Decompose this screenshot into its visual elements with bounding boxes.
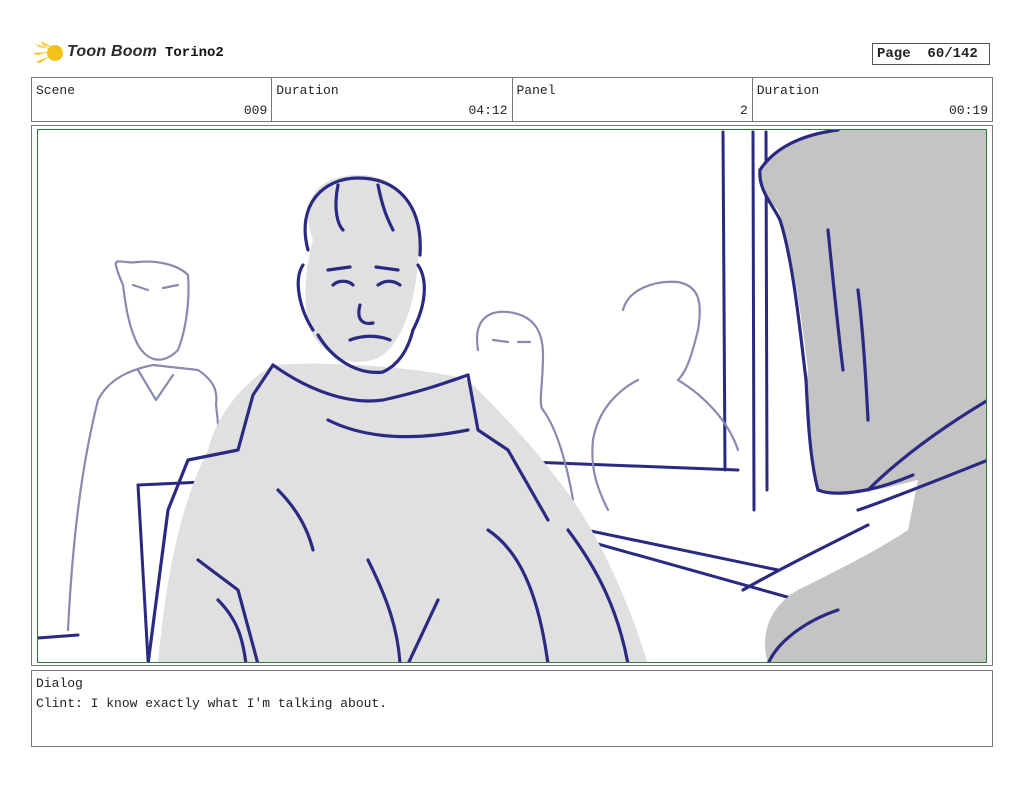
scene-value: 009 [243, 103, 268, 118]
toon-boom-logo: Toon Boom [33, 38, 163, 68]
page-label: Page [877, 46, 911, 62]
panel-duration-cell: Duration 00:19 [753, 78, 992, 121]
storyboard-panel-image [37, 129, 987, 663]
dialog-text: Clint: I know exactly what I'm talking a… [36, 696, 388, 711]
foreground-shoulder [741, 130, 986, 662]
page-indicator: Page 60/142 [872, 43, 990, 65]
main-character [146, 175, 648, 662]
storyboard-info-row: Scene 009 Duration 04:12 Panel 2 Duratio… [31, 77, 993, 122]
scene-duration-value: 04:12 [468, 103, 508, 118]
panel-value: 2 [739, 103, 748, 118]
background-man-right [591, 280, 740, 512]
sketch-drawing [38, 130, 986, 662]
scene-duration-cell: Duration 04:12 [272, 78, 513, 121]
scene-label: Scene [36, 83, 76, 98]
panel-label: Panel [516, 83, 556, 98]
page-number: 60/142 [927, 46, 978, 62]
panel-cell: Panel 2 [513, 78, 753, 121]
project-title: Torino2 [165, 45, 224, 61]
logo-text: Toon Boom [67, 43, 158, 60]
panel-duration-label: Duration [756, 83, 820, 98]
scene-cell: Scene 009 [32, 78, 273, 121]
dialog-box: Dialog Clint: I know exactly what I'm ta… [31, 670, 993, 747]
scene-duration-label: Duration [276, 83, 339, 98]
comet-icon [33, 41, 63, 63]
dialog-label: Dialog [36, 676, 83, 691]
panel-duration-value: 00:19 [948, 103, 988, 118]
